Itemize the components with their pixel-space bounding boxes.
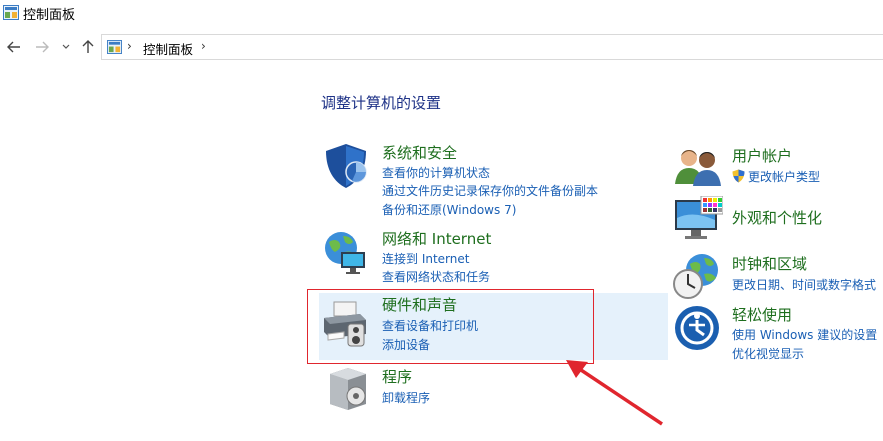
back-button[interactable] xyxy=(5,38,23,56)
link-uninstall-program[interactable]: 卸载程序 xyxy=(382,389,430,406)
annotation-highlight-box xyxy=(307,289,594,364)
link-recommended-settings[interactable]: 使用 Windows 建议的设置 xyxy=(732,326,877,343)
forward-arrow-icon xyxy=(36,41,49,53)
link-view-computer-status[interactable]: 查看你的计算机状态 xyxy=(382,164,490,181)
title-bar: 控制面板 xyxy=(0,0,883,26)
link-change-account-type-label: 更改帐户类型 xyxy=(748,170,821,184)
category-system-security[interactable]: 系统和安全 xyxy=(382,142,457,163)
link-connect-internet[interactable]: 连接到 Internet xyxy=(382,250,469,267)
shield-icon xyxy=(326,144,367,188)
link-network-status[interactable]: 查看网络状态和任务 xyxy=(382,268,490,285)
control-panel-icon xyxy=(3,5,19,20)
category-ease-of-access[interactable]: 轻松使用 xyxy=(732,304,792,325)
page-title: 调整计算机的设置 xyxy=(321,94,442,112)
annotation-arrow-icon xyxy=(566,360,663,426)
category-clock-region[interactable]: 时钟和区域 xyxy=(732,253,807,274)
category-network-internet[interactable]: 网络和 Internet xyxy=(382,228,491,249)
programs-box-icon xyxy=(330,368,366,410)
link-optimize-visual-display[interactable]: 优化视觉显示 xyxy=(732,345,804,362)
window-title: 控制面板 xyxy=(23,8,76,23)
chevron-down-icon xyxy=(62,44,70,49)
link-file-history-backup[interactable]: 通过文件历史记录保存你的文件备份副本 xyxy=(382,182,598,199)
address-bar[interactable]: › 控制面板 › xyxy=(101,34,883,60)
breadcrumb-separator[interactable]: › xyxy=(127,39,132,53)
up-button[interactable] xyxy=(79,38,97,56)
link-change-account-type[interactable]: 更改帐户类型 xyxy=(732,168,820,185)
breadcrumb-control-panel[interactable]: 控制面板 xyxy=(143,39,193,58)
category-programs[interactable]: 程序 xyxy=(382,366,412,387)
link-backup-restore[interactable]: 备份和还原(Windows 7) xyxy=(382,201,516,218)
control-panel-icon xyxy=(107,40,122,54)
ease-of-access-icon xyxy=(675,306,719,350)
up-arrow-icon xyxy=(82,40,94,53)
clock-globe-icon xyxy=(673,254,718,299)
category-user-accounts[interactable]: 用户帐户 xyxy=(732,145,792,166)
forward-button[interactable] xyxy=(33,38,51,56)
globe-network-icon xyxy=(325,232,365,274)
breadcrumb-separator[interactable]: › xyxy=(201,39,206,53)
back-arrow-icon xyxy=(7,41,20,53)
category-appearance-personalization[interactable]: 外观和个性化 xyxy=(732,207,822,228)
navigation-bar: › 控制面板 › xyxy=(0,32,883,62)
recent-locations-button[interactable] xyxy=(59,38,73,56)
users-icon xyxy=(675,150,721,186)
monitor-palette-icon xyxy=(675,196,723,239)
link-change-date-time-format[interactable]: 更改日期、时间或数字格式 xyxy=(732,276,876,293)
uac-shield-icon xyxy=(732,169,745,183)
